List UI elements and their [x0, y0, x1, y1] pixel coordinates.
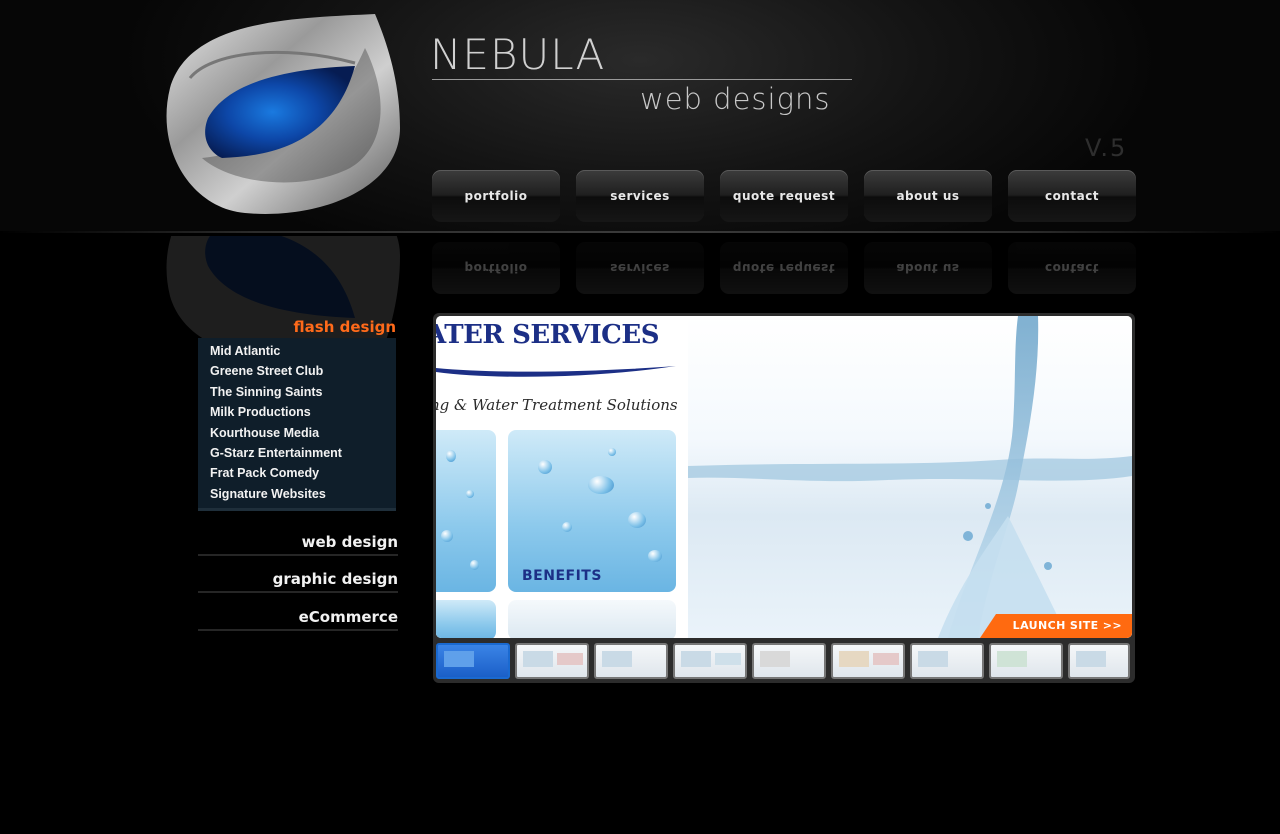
thumbnail-3[interactable] — [594, 643, 668, 679]
nav-reflection-portfolio: portfolio — [432, 242, 560, 294]
brand-subtitle: web designs — [640, 82, 831, 116]
category-graphic-design[interactable]: graphic design — [198, 570, 398, 593]
thumbnail-2[interactable] — [515, 643, 589, 679]
category-flash-design[interactable]: flash design — [198, 318, 398, 338]
portfolio-viewer: ATER SERVICES ng & Water Treatment Solut… — [433, 313, 1135, 683]
preview-tile-left — [436, 430, 496, 592]
nav-contact-button[interactable]: contact — [1008, 170, 1136, 222]
flash-item-g-starz[interactable]: G-Starz Entertainment — [210, 443, 396, 463]
preview-tagline: ng & Water Treatment Solutions — [436, 396, 678, 414]
main-nav: portfolio services quote request about u… — [432, 170, 1136, 222]
thumbnail-4[interactable] — [673, 643, 747, 679]
flash-item-frat-pack[interactable]: Frat Pack Comedy — [210, 463, 396, 483]
flash-item-mid-atlantic[interactable]: Mid Atlantic — [210, 341, 396, 361]
nav-services-button[interactable]: services — [576, 170, 704, 222]
brand-divider — [432, 79, 852, 80]
nav-portfolio-button[interactable]: portfolio — [432, 170, 560, 222]
launch-site-button[interactable]: LAUNCH SITE >> — [980, 614, 1132, 638]
flash-item-greene-street-club[interactable]: Greene Street Club — [210, 361, 396, 381]
nav-reflection-contact: contact — [1008, 242, 1136, 294]
water-splash-graphic — [688, 316, 1132, 638]
flash-item-milk-productions[interactable]: Milk Productions — [210, 402, 396, 422]
preview-tile-bottom-left — [436, 600, 496, 638]
thumbnail-7[interactable] — [910, 643, 984, 679]
thumbnail-9[interactable] — [1068, 643, 1130, 679]
site-preview-image: ATER SERVICES ng & Water Treatment Solut… — [436, 316, 1132, 638]
flash-item-kourthouse-media[interactable]: Kourthouse Media — [210, 423, 396, 443]
nav-reflection-about-us: about us — [864, 242, 992, 294]
thumbnail-strip — [436, 643, 1130, 679]
preview-left-panel: ATER SERVICES ng & Water Treatment Solut… — [436, 316, 681, 638]
preview-tile-benefits: BENEFITS — [508, 430, 676, 592]
flash-item-sinning-saints[interactable]: The Sinning Saints — [210, 382, 396, 402]
thumbnail-5[interactable] — [752, 643, 826, 679]
nav-reflection-quote-request: quote request — [720, 242, 848, 294]
brand-title: NEBULA — [430, 30, 606, 79]
version-label: V.5 — [1085, 134, 1128, 162]
nav-about-us-button[interactable]: about us — [864, 170, 992, 222]
category-web-design[interactable]: web design — [198, 533, 398, 556]
preview-tile-bottom — [508, 600, 676, 638]
nav-quote-request-button[interactable]: quote request — [720, 170, 848, 222]
portfolio-sidebar: flash design Mid Atlantic Greene Street … — [198, 318, 398, 512]
preview-swoosh — [436, 366, 676, 377]
nav-reflection-services: services — [576, 242, 704, 294]
category-ecommerce[interactable]: eCommerce — [198, 608, 398, 631]
flash-design-list: Mid Atlantic Greene Street Club The Sinn… — [198, 338, 396, 512]
preview-water-image — [688, 316, 1132, 638]
thumbnail-6[interactable] — [831, 643, 905, 679]
thumbnail-8[interactable] — [989, 643, 1063, 679]
preview-site-title: ATER SERVICES — [436, 320, 659, 350]
preview-benefits-label: BENEFITS — [522, 568, 602, 584]
nav-reflection: portfolio services quote request about u… — [432, 242, 1136, 294]
horizon-line — [0, 231, 1280, 233]
thumbnail-1[interactable] — [436, 643, 510, 679]
nebula-logo[interactable] — [150, 8, 420, 228]
flash-item-signature-websites[interactable]: Signature Websites — [210, 484, 396, 504]
